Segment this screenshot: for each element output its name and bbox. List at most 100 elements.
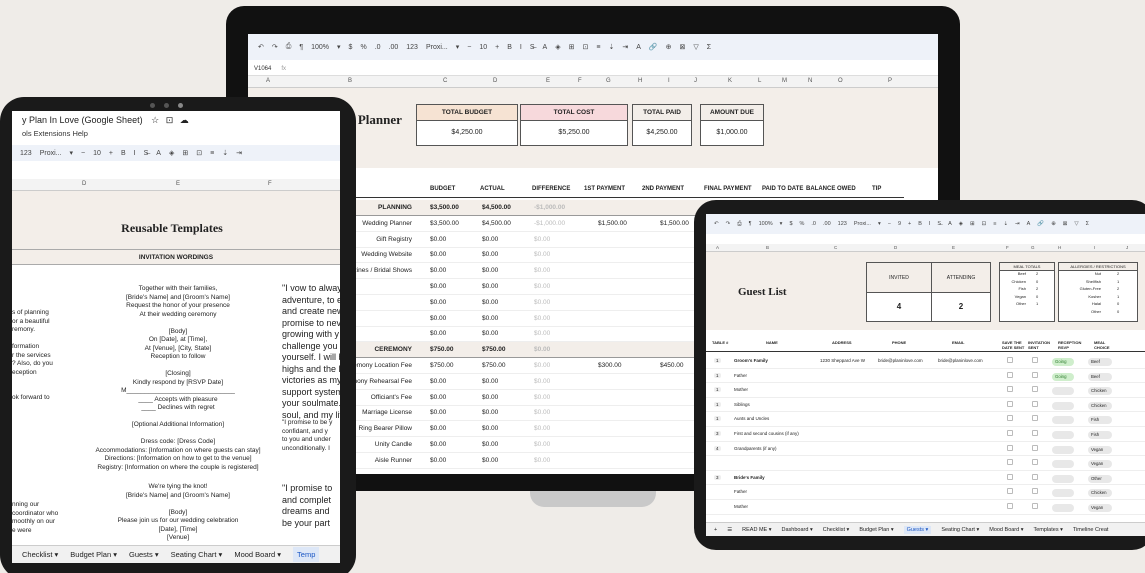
- toolbar-button[interactable]: ¶: [299, 44, 303, 51]
- toolbar-button[interactable]: ⊞: [182, 149, 188, 157]
- toolbar-button[interactable]: ⊡: [196, 149, 202, 157]
- toolbar-button[interactable]: ⇣: [222, 149, 228, 157]
- toolbar-button[interactable]: ⇥: [236, 149, 242, 157]
- save-the-date-checkbox[interactable]: [1007, 473, 1013, 480]
- toolbar-button[interactable]: A: [543, 44, 548, 51]
- sheet-tab[interactable]: Templates ▾: [1034, 527, 1063, 533]
- meal-choice-select[interactable]: Chicken: [1088, 489, 1112, 498]
- toolbar-button[interactable]: ▾: [456, 43, 460, 51]
- guest-row[interactable]: Father Chicken: [706, 485, 1145, 500]
- guest-row[interactable]: Vegan: [706, 456, 1145, 471]
- toolbar-button[interactable]: ↷: [726, 221, 731, 227]
- toolbar-button[interactable]: ⊠: [1063, 221, 1068, 227]
- rsvp-select[interactable]: [1052, 489, 1074, 498]
- guest-address[interactable]: 1230 Sheppard Ave W: [820, 358, 865, 363]
- meal-choice-select[interactable]: Chicken: [1088, 387, 1112, 396]
- guest-name[interactable]: Father: [734, 489, 747, 494]
- col-A[interactable]: A: [266, 78, 270, 84]
- budget-cell-actual[interactable]: $0.00: [482, 394, 498, 401]
- toolbar-button[interactable]: A: [636, 44, 641, 51]
- save-the-date-checkbox[interactable]: [1007, 503, 1013, 509]
- budget-cell-actual[interactable]: $0.00: [482, 315, 498, 322]
- col-O[interactable]: O: [838, 78, 843, 84]
- budget-cell-diff[interactable]: $0.00: [534, 330, 550, 337]
- invitation-sent-checkbox[interactable]: [1032, 371, 1038, 378]
- col-L[interactable]: L: [758, 78, 761, 84]
- toolbar-button[interactable]: ↷: [272, 43, 278, 51]
- budget-cell-actual[interactable]: $0.00: [482, 330, 498, 337]
- guest-row[interactable]: 1 Mother Chicken: [706, 383, 1145, 398]
- sheet-tab[interactable]: Seating Chart ▾: [941, 527, 979, 533]
- toolbar-button[interactable]: ≡: [596, 44, 600, 51]
- toolbar-button[interactable]: ⊠: [679, 43, 685, 51]
- toolbar-button[interactable]: .00: [389, 44, 399, 51]
- rsvp-select[interactable]: [1052, 504, 1074, 512]
- toolbar-button[interactable]: A: [156, 150, 161, 157]
- col-J[interactable]: J: [1126, 245, 1128, 250]
- toolbar-button[interactable]: 123: [20, 150, 32, 157]
- meal-choice-select[interactable]: Other: [1088, 474, 1112, 483]
- invitation-sent-checkbox[interactable]: [1032, 444, 1038, 451]
- rsvp-select[interactable]: Going: [1052, 372, 1074, 381]
- toolbar-button[interactable]: .00: [823, 221, 831, 227]
- guest-name[interactable]: Mother: [734, 387, 748, 392]
- budget-cell-budget[interactable]: $0.00: [430, 330, 446, 337]
- save-the-date-checkbox[interactable]: [1007, 357, 1013, 363]
- table-number-select[interactable]: 1: [714, 372, 721, 378]
- rsvp-select[interactable]: [1052, 460, 1074, 469]
- sheet-tab[interactable]: Checklist ▾: [22, 550, 58, 559]
- toolbar-button[interactable]: ▽: [1074, 221, 1078, 227]
- guest-row[interactable]: 3 Bride's Family Other: [706, 471, 1145, 486]
- budget-cell-diff[interactable]: $0.00: [534, 394, 550, 401]
- col-I[interactable]: I: [1094, 245, 1095, 250]
- sheet-tab[interactable]: Guests ▾: [903, 525, 932, 534]
- budget-cell-budget[interactable]: $0.00: [430, 267, 446, 274]
- guest-name[interactable]: Grandparents (if any): [734, 446, 777, 451]
- budget-cell-actual[interactable]: $750.00: [482, 362, 506, 369]
- budget-cell-budget[interactable]: $3,500.00: [430, 204, 459, 211]
- toolbar-button[interactable]: 9: [898, 221, 901, 227]
- invitation-sent-checkbox[interactable]: [1032, 488, 1038, 495]
- guest-name[interactable]: Bride's Family: [734, 475, 765, 480]
- col-P[interactable]: P: [888, 78, 892, 84]
- budget-cell-budget[interactable]: $0.00: [430, 425, 446, 432]
- toolbar-button[interactable]: ↶: [714, 221, 719, 227]
- toolbar-button[interactable]: −: [81, 150, 85, 157]
- sheet-tab[interactable]: Timeline Creat: [1073, 527, 1109, 533]
- toolbar-button[interactable]: ▾: [780, 221, 783, 227]
- toolbar-button[interactable]: ≡: [993, 221, 996, 227]
- budget-cell-actual[interactable]: $0.00: [482, 441, 498, 448]
- guest-row[interactable]: 4 Grandparents (if any) Vegan: [706, 442, 1145, 457]
- budget-cell-budget[interactable]: $0.00: [430, 378, 446, 385]
- sheet-tab[interactable]: +: [714, 527, 717, 533]
- budget-cell-actual[interactable]: $4,500.00: [482, 220, 511, 227]
- sheet-tab[interactable]: Guests ▾: [129, 550, 159, 559]
- toolbar-button[interactable]: ▾: [337, 43, 341, 51]
- col-I[interactable]: I: [668, 78, 670, 84]
- invitation-sent-checkbox[interactable]: [1032, 415, 1038, 422]
- col-H[interactable]: H: [638, 78, 642, 84]
- rsvp-select[interactable]: [1052, 401, 1074, 410]
- invitation-sent-checkbox[interactable]: [1032, 503, 1038, 509]
- budget-cell-actual[interactable]: $0.00: [482, 409, 498, 416]
- guest-email[interactable]: bride@planinlove.com: [938, 358, 983, 363]
- invitation-sent-checkbox[interactable]: [1032, 386, 1038, 393]
- col-B[interactable]: B: [766, 245, 769, 250]
- toolbar-button[interactable]: ⇣: [1003, 221, 1008, 227]
- toolbar-button[interactable]: ⇥: [1015, 221, 1020, 227]
- toolbar-button[interactable]: Proxi...: [854, 221, 871, 227]
- toolbar-button[interactable]: .0: [811, 221, 816, 227]
- toolbar-button[interactable]: ↶: [258, 43, 264, 51]
- budget-cell-p1[interactable]: $300.00: [598, 362, 622, 369]
- toolbar-button[interactable]: $: [349, 44, 353, 51]
- toolbar-button[interactable]: S̶: [937, 221, 941, 227]
- col-F[interactable]: F: [578, 78, 582, 84]
- col-B[interactable]: B: [348, 78, 352, 84]
- rsvp-select[interactable]: [1052, 474, 1074, 483]
- sheet-tab[interactable]: ☰: [727, 527, 732, 533]
- col-K[interactable]: K: [728, 78, 732, 84]
- col-G[interactable]: G: [606, 78, 611, 84]
- invitation-sent-checkbox[interactable]: [1032, 473, 1038, 480]
- meal-choice-select[interactable]: Vegan: [1088, 460, 1112, 469]
- toolbar-button[interactable]: Proxi...: [40, 150, 62, 157]
